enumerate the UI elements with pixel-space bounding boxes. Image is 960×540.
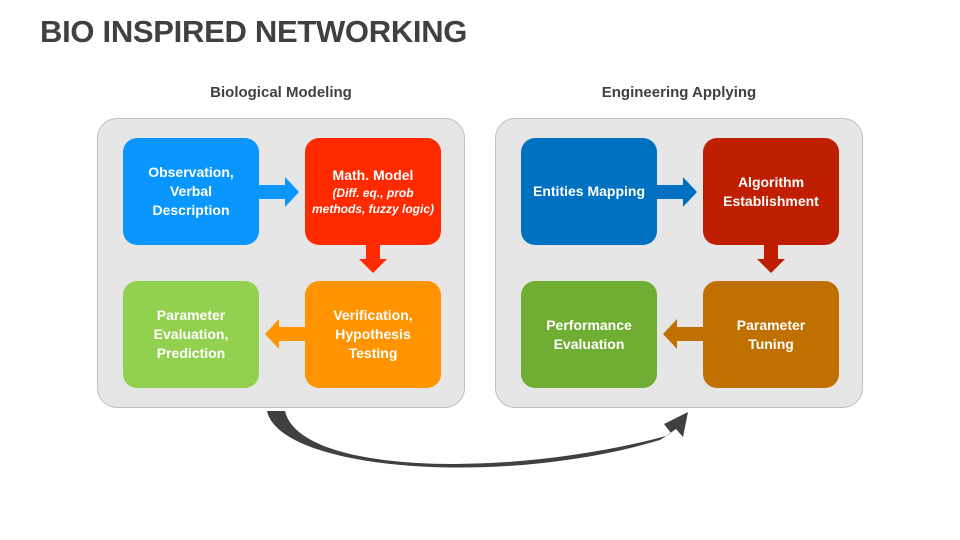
curved-arrow-icon [267,411,688,468]
curved-connector [267,411,688,468]
